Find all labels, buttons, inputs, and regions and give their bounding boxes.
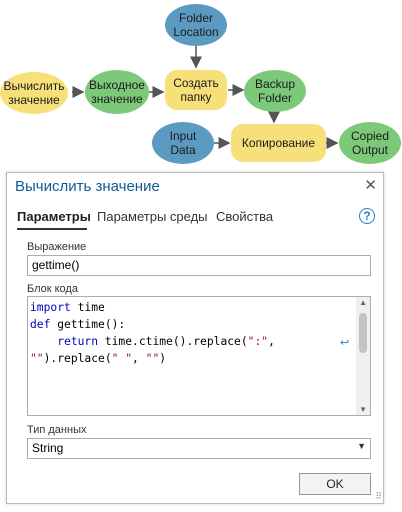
code-string: ":": [247, 335, 269, 348]
code-text: import time def gettime(): return time.c…: [28, 297, 370, 367]
close-icon[interactable]: ✕: [364, 176, 377, 194]
code-keyword: def: [30, 318, 51, 331]
datatype-select[interactable]: String ▼: [27, 438, 371, 459]
code-string: "": [30, 352, 44, 365]
node-output-value[interactable]: Выходное значение: [85, 70, 149, 114]
dialog-title: Вычислить значение: [15, 178, 160, 195]
node-copied-output[interactable]: Copied Output: [339, 122, 401, 164]
code-string: " ": [111, 352, 133, 365]
scrollbar-thumb[interactable]: [359, 313, 367, 353]
model-diagram: Folder Location Вычислить значение Выход…: [0, 0, 402, 168]
code-fragment: gettime():: [50, 318, 126, 331]
datatype-value: String: [32, 441, 64, 455]
scroll-down-icon[interactable]: ▼: [359, 405, 367, 414]
code-fragment: time.ctime().replace(: [98, 335, 248, 348]
node-input-data[interactable]: Input Data: [152, 122, 214, 164]
active-tab-indicator: [17, 228, 87, 230]
code-block-editor[interactable]: import time def gettime(): return time.c…: [27, 296, 371, 416]
code-keyword: return: [57, 335, 99, 348]
tab-properties[interactable]: Свойства: [216, 209, 273, 224]
node-create-folder[interactable]: Создать папку: [165, 70, 227, 110]
tab-environments[interactable]: Параметры среды: [97, 209, 208, 224]
code-fragment: ).replace(: [43, 352, 112, 365]
word-wrap-icon: ↩: [340, 337, 350, 349]
code-fragment: ): [159, 352, 167, 365]
scroll-up-icon[interactable]: ▲: [359, 298, 367, 307]
code-scrollbar[interactable]: ▲ ▼: [356, 297, 370, 415]
node-backup-folder[interactable]: Backup Folder: [244, 70, 306, 112]
expression-input[interactable]: gettime(): [27, 255, 371, 276]
node-calculate-value[interactable]: Вычислить значение: [0, 72, 68, 114]
node-folder-location[interactable]: Folder Location: [165, 4, 227, 46]
code-string: "": [145, 352, 160, 365]
ok-button[interactable]: OK: [299, 473, 371, 495]
code-fragment: ,: [132, 352, 146, 365]
code-fragment: ,: [268, 335, 275, 348]
node-copy[interactable]: Копирование: [231, 124, 326, 162]
dropdown-arrow-icon: ▼: [357, 441, 366, 451]
expression-label: Выражение: [27, 241, 87, 253]
help-icon[interactable]: ?: [359, 208, 375, 224]
code-keyword: import: [30, 301, 71, 314]
code-block-label: Блок кода: [27, 283, 78, 295]
calculate-value-dialog: Вычислить значение ✕ Параметры Параметры…: [6, 172, 384, 504]
resize-grip-icon[interactable]: ⠿: [375, 491, 382, 502]
datatype-label: Тип данных: [27, 424, 87, 436]
tab-parameters[interactable]: Параметры: [17, 209, 91, 224]
code-fragment: time: [70, 301, 105, 314]
